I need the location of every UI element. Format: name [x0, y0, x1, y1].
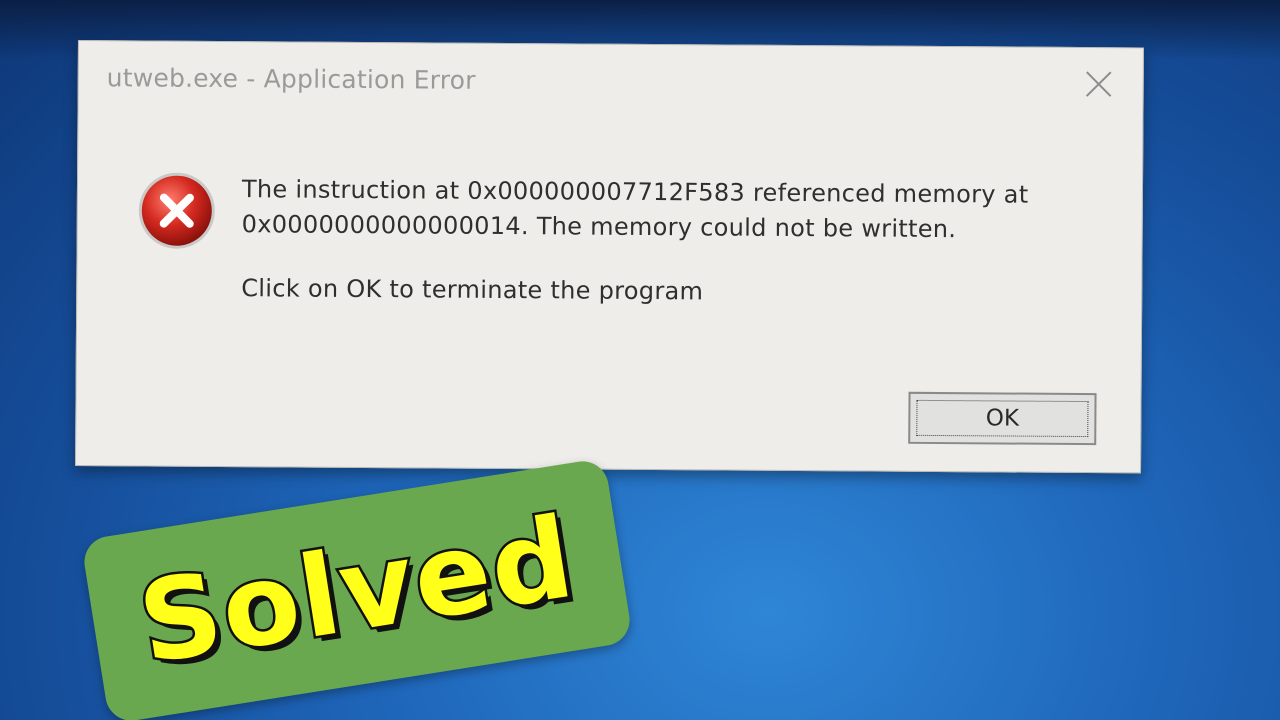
error-icon: [138, 172, 215, 249]
instruction-text: Click on OK to terminate the program: [241, 274, 704, 306]
ok-button[interactable]: OK: [908, 391, 1097, 446]
close-button[interactable]: [1081, 66, 1117, 102]
error-dialog: utweb.exe - Application Error The instru…: [75, 40, 1144, 474]
dialog-title: utweb.exe - Application Error: [106, 63, 476, 95]
solved-badge-text: Solved: [128, 490, 585, 692]
focus-rectangle: OK: [916, 399, 1089, 438]
solved-badge: Solved: [80, 457, 634, 720]
error-message-line-1: The instruction at 0x000000007712F583 re…: [241, 175, 1029, 209]
error-message-line-2: 0x0000000000000014. The memory could not…: [241, 210, 957, 244]
ok-button-label: OK: [985, 405, 1020, 432]
close-icon: [1085, 71, 1112, 97]
